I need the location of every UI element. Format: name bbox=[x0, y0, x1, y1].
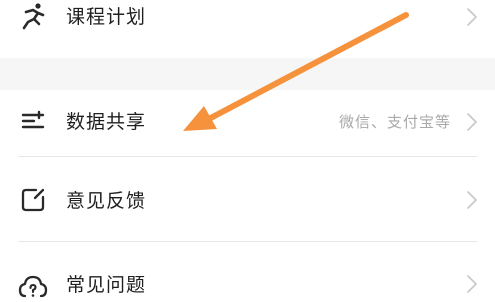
menu-item-label: 课程计划 bbox=[66, 6, 147, 28]
help-cloud-icon bbox=[18, 272, 48, 302]
menu-item-course-plan[interactable]: 课程计划 bbox=[0, 0, 495, 58]
menu-item-data-sharing[interactable]: 数据共享 微信、支付宝等 bbox=[0, 90, 495, 156]
menu-item-label: 意见反馈 bbox=[66, 190, 147, 212]
menu-item-label: 数据共享 bbox=[66, 111, 147, 133]
edit-square-icon bbox=[18, 185, 48, 215]
menu-item-value: 微信、支付宝等 bbox=[338, 113, 451, 131]
settings-screen: 课程计划 数据共享 微信、支付宝等 意见反馈 常见问题 bbox=[0, 0, 495, 300]
menu-item-feedback[interactable]: 意见反馈 bbox=[0, 157, 495, 241]
chevron-right-icon bbox=[465, 6, 479, 28]
menu-item-faq[interactable]: 常见问题 bbox=[0, 242, 495, 300]
running-person-icon bbox=[18, 2, 48, 32]
section-separator bbox=[0, 58, 495, 90]
sliders-lines-icon bbox=[18, 106, 48, 136]
menu-item-label: 常见问题 bbox=[66, 274, 147, 296]
chevron-right-icon bbox=[465, 111, 479, 133]
chevron-right-icon bbox=[465, 189, 479, 211]
chevron-right-icon bbox=[465, 273, 479, 295]
